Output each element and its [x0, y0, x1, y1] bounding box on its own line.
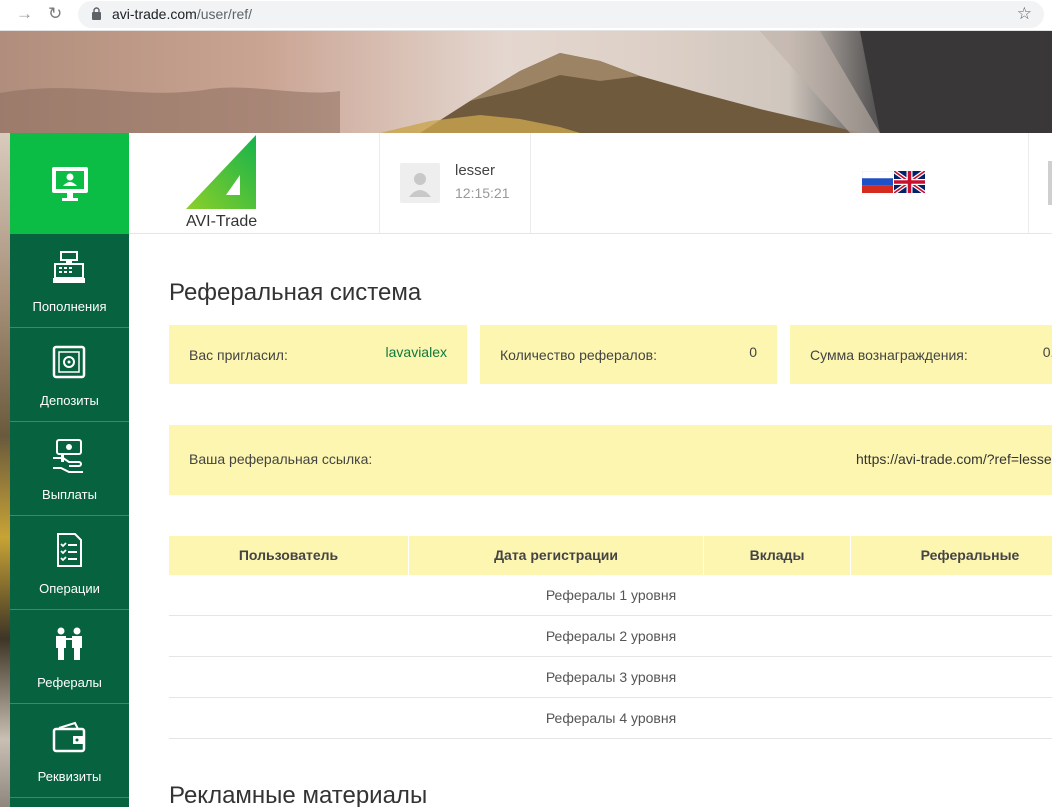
back-arrow-icon[interactable]: →: [16, 4, 33, 24]
background-photo-strip: [0, 133, 10, 807]
sidebar-item-label: Пополнения: [32, 299, 107, 314]
avatar[interactable]: [400, 163, 440, 203]
table-row[interactable]: Рефералы 3 уровня: [169, 657, 1052, 698]
username: lesser: [455, 162, 496, 179]
sidebar-item-referrals[interactable]: Рефералы: [10, 610, 129, 704]
url-host: avi-trade.com: [112, 6, 197, 22]
table-header: Пользователь Дата регистрации Вклады Реф…: [169, 536, 1052, 575]
server-time: 12:15:21: [455, 185, 510, 201]
sidebar-item-requisites[interactable]: Реквизиты: [10, 704, 129, 798]
referral-link-label: Ваша реферальная ссылка:: [189, 451, 373, 467]
wallet-icon: [52, 721, 86, 753]
promo-materials-title: Рекламные материалы: [169, 782, 428, 807]
table-row[interactable]: Рефералы 1 уровня: [169, 575, 1052, 616]
browser-toolbar: → ↻ avi-trade.com/user/ref/ ☆: [0, 0, 1052, 31]
inviter-label: Вас пригласил:: [189, 346, 288, 363]
referral-count-value: 0: [749, 344, 757, 360]
logo[interactable]: AVI-Trade: [129, 133, 380, 233]
column-header-referral: Реферальные: [920, 547, 1020, 563]
column-header-user: Пользователь: [169, 536, 409, 575]
sidebar-item-label: Реквизиты: [37, 769, 102, 784]
column-header-registration-date: Дата регистрации: [409, 536, 704, 575]
header-menu-edge[interactable]: [1048, 161, 1052, 205]
sidebar-item-deposits[interactable]: Депозиты: [10, 328, 129, 422]
hero-banner: [0, 31, 1052, 133]
reload-icon[interactable]: ↻: [48, 4, 62, 24]
checklist-icon: [57, 533, 82, 567]
monitor-user-icon: [51, 166, 88, 201]
inviter-value[interactable]: lavavialex: [386, 344, 447, 360]
sidebar-item-operations[interactable]: Операции: [10, 516, 129, 610]
table-row[interactable]: Рефералы 2 уровня: [169, 616, 1052, 657]
top-header: AVI-Trade lesser 12:15:21: [129, 133, 1052, 234]
referral-count-box: Количество рефералов: 0: [480, 325, 777, 384]
people-icon: [56, 627, 82, 660]
cash-hand-icon: [53, 439, 83, 473]
referral-link-box: Ваша реферальная ссылка: https://avi-tra…: [169, 425, 1052, 495]
sidebar-item-label: Выплаты: [42, 487, 97, 502]
safe-icon: [52, 345, 86, 379]
address-bar[interactable]: avi-trade.com/user/ref/ ☆: [78, 1, 1044, 28]
referral-link-value[interactable]: https://avi-trade.com/?ref=lesser: [856, 451, 1052, 467]
referrals-table: Пользователь Дата регистрации Вклады Реф…: [169, 536, 1052, 739]
url-text[interactable]: avi-trade.com/user/ref/: [112, 6, 252, 22]
sidebar-item-label: Операции: [39, 581, 100, 596]
inviter-box: Вас пригласил: lavavialex: [169, 325, 467, 384]
sidebar-item-deposits-topup[interactable]: Пополнения: [10, 234, 129, 328]
referral-count-label: Количество рефералов:: [500, 346, 657, 363]
logo-text: AVI-Trade: [186, 213, 258, 230]
reward-box: Сумма вознаграждения: 0.00: [790, 325, 1052, 384]
user-info: lesser 12:15:21: [380, 133, 531, 233]
main-content: Реферальная система Вас пригласил: lavav…: [129, 234, 1052, 807]
lock-icon: [92, 7, 101, 20]
reward-label: Сумма вознаграждения:: [810, 346, 968, 363]
sidebar: Пополнения Депозиты Выплаты Операции Реф…: [10, 133, 129, 807]
header-divider: [1028, 133, 1029, 233]
bookmark-star-icon[interactable]: ☆: [1017, 4, 1032, 24]
sidebar-item-label: Рефералы: [37, 675, 102, 690]
avi-trade-logo-icon: [186, 135, 256, 209]
cash-register-icon: [53, 251, 85, 283]
mountain-illustration: [0, 31, 1052, 133]
british-flag-icon[interactable]: [894, 171, 925, 193]
sidebar-item-label: Депозиты: [40, 393, 99, 408]
reward-value: 0.00: [1042, 344, 1052, 360]
user-silhouette-icon: [409, 173, 431, 197]
page-title: Реферальная система: [169, 279, 422, 306]
dashboard-button[interactable]: [10, 133, 129, 234]
sidebar-item-payouts[interactable]: Выплаты: [10, 422, 129, 516]
column-header-deposits: Вклады: [704, 536, 851, 575]
url-path: /user/ref/: [196, 6, 253, 22]
table-row[interactable]: Рефералы 4 уровня: [169, 698, 1052, 739]
russian-flag-icon[interactable]: [862, 171, 893, 193]
